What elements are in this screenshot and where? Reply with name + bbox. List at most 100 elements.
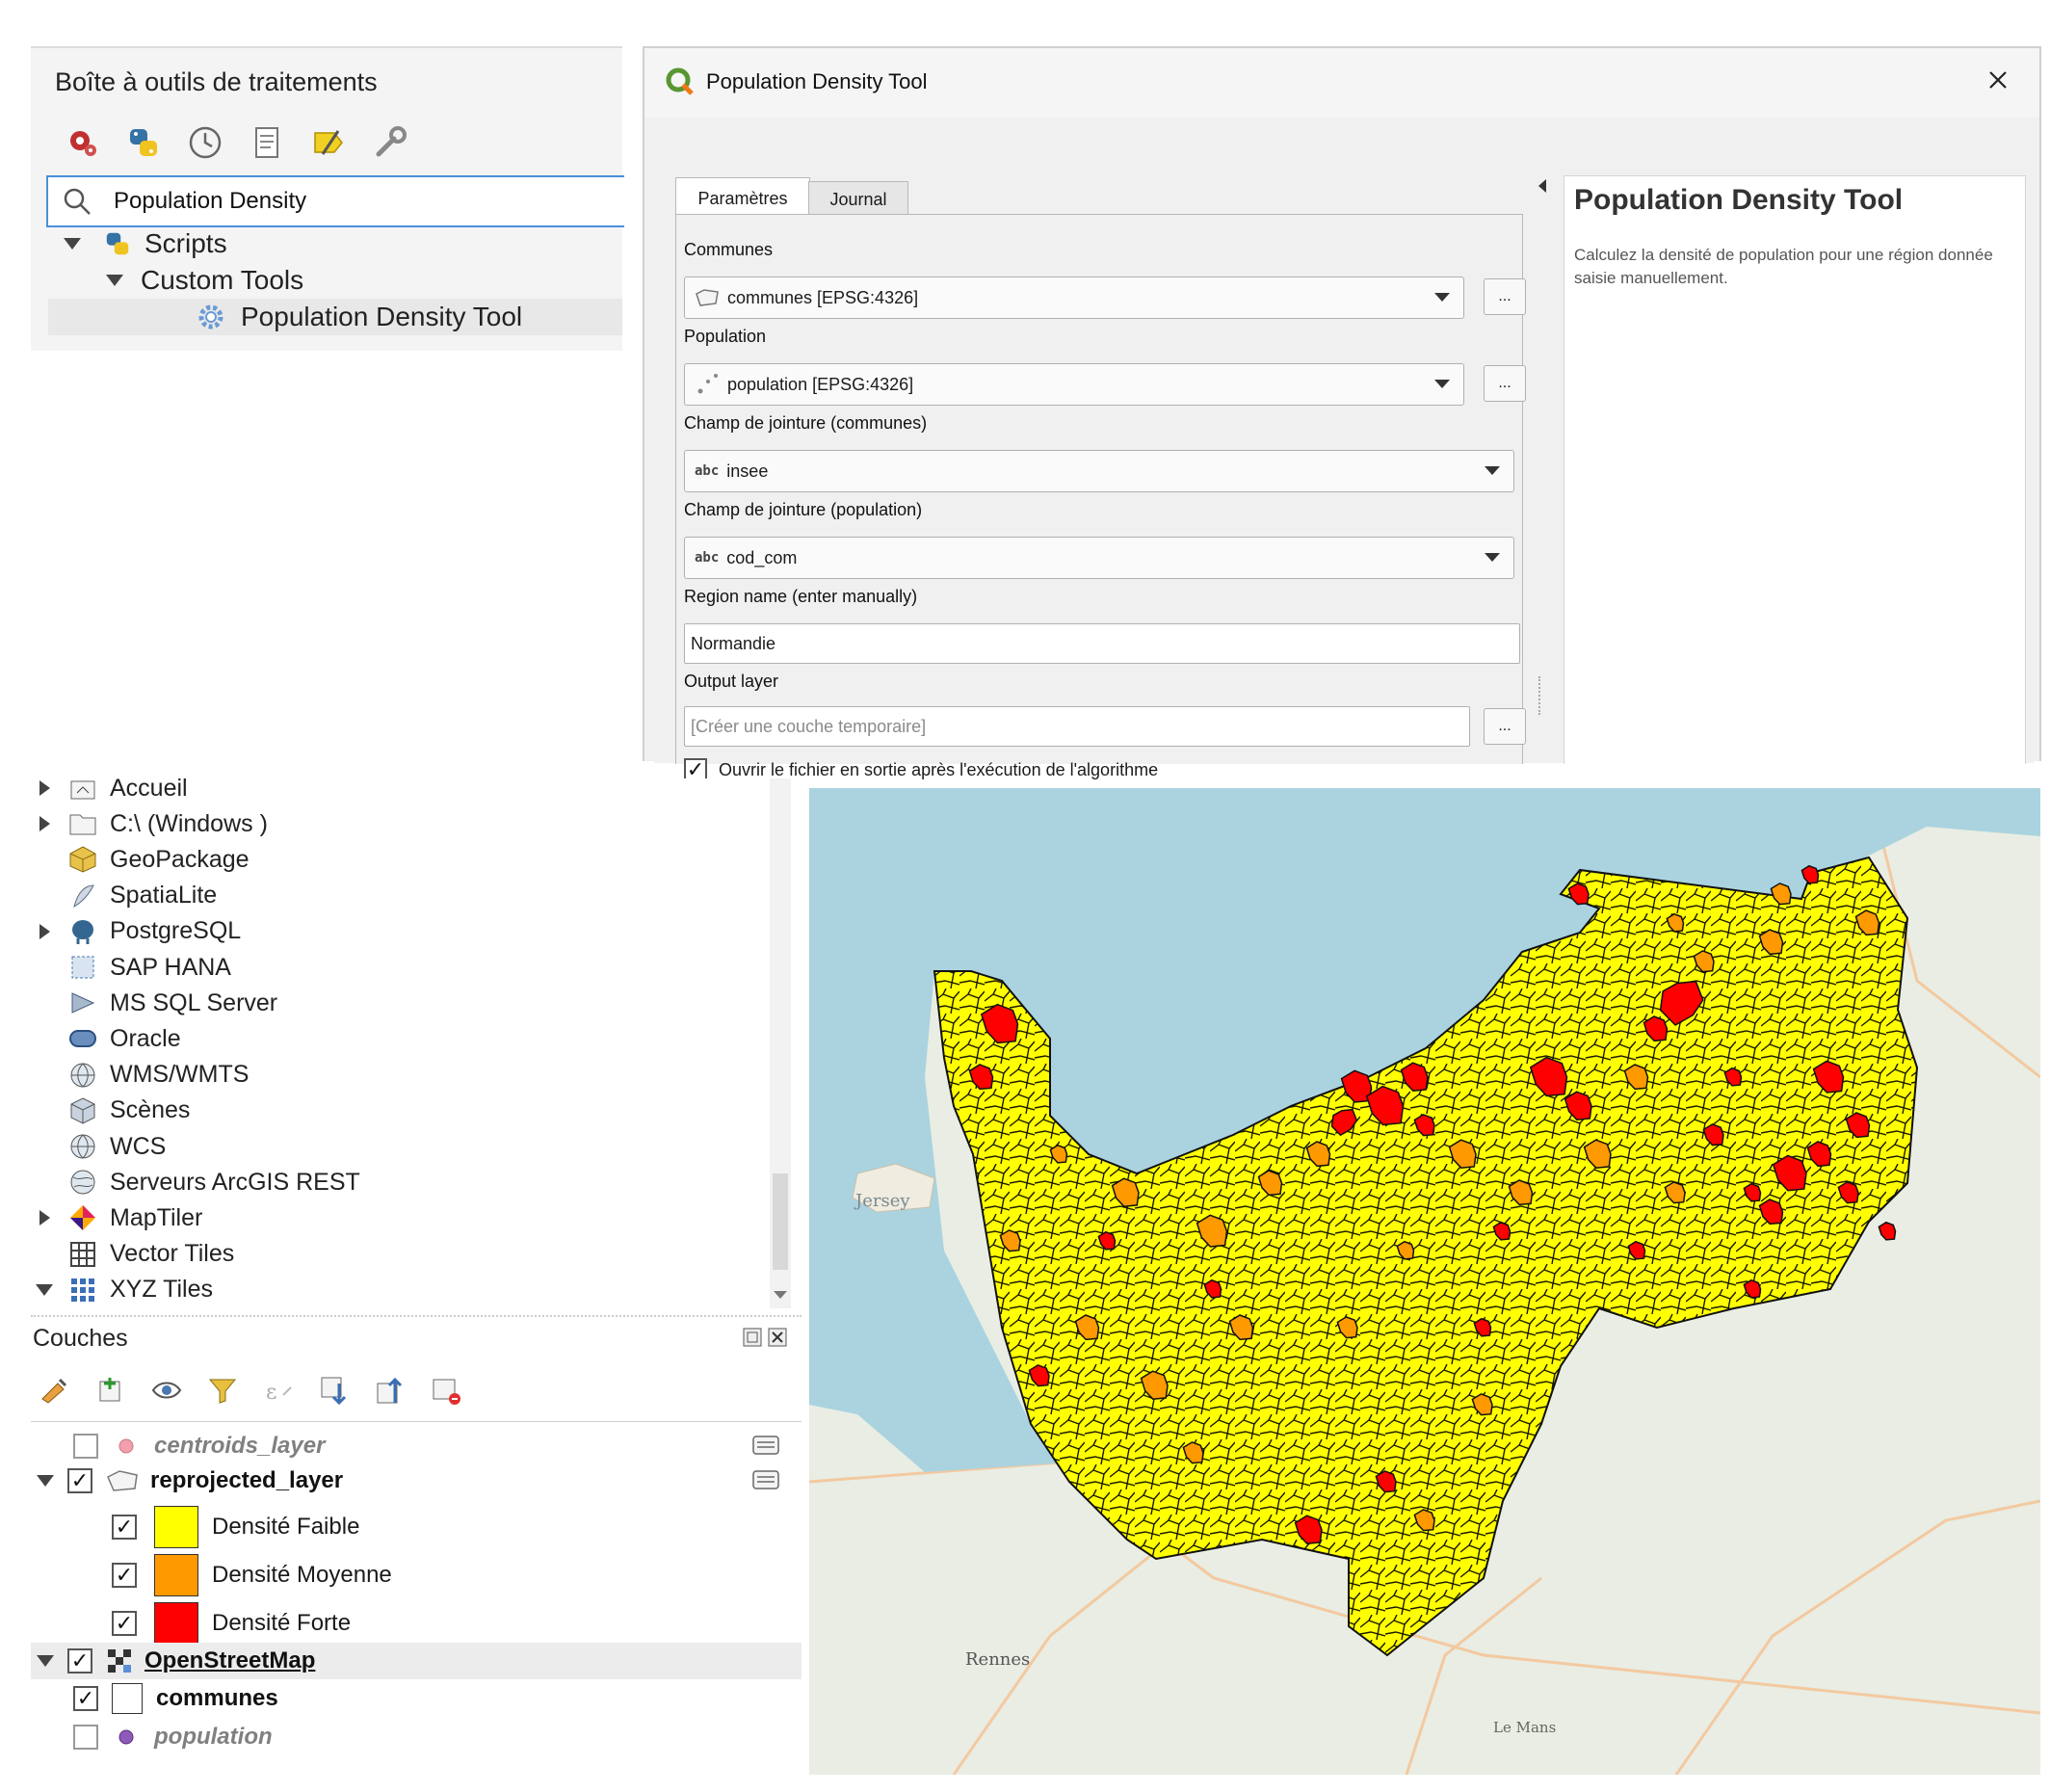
class-checkbox[interactable]: ✓ [112, 1515, 137, 1540]
expand-caret-icon[interactable] [64, 238, 81, 250]
layer-embedded-icon[interactable] [751, 1433, 780, 1458]
wcs-globe-icon [66, 1131, 100, 1162]
browser-item-ms-sql-server[interactable]: MS SQL Server [31, 986, 277, 1020]
browser-item-xyz-tiles[interactable]: XYZ Tiles [31, 1273, 213, 1307]
browser-item-sc-nes[interactable]: Scènes [31, 1094, 190, 1128]
communes-layer-combobox[interactable]: communes [EPSG:4326] [684, 277, 1464, 319]
style-icon[interactable] [39, 1374, 71, 1407]
tree-item-label: Population Density Tool [241, 302, 523, 331]
results-icon[interactable] [247, 122, 287, 163]
browser-item-spatialite[interactable]: SpatiaLite [31, 879, 217, 913]
remove-layer-icon[interactable] [430, 1374, 462, 1407]
region-name-input[interactable]: Normandie [684, 623, 1520, 664]
panel-splitter[interactable] [31, 1315, 802, 1323]
run-model-icon[interactable] [62, 122, 102, 163]
close-icon[interactable] [1982, 64, 2014, 96]
collapse-all-icon[interactable] [374, 1374, 407, 1407]
tab-parametres[interactable]: Paramètres [675, 177, 810, 219]
layer-item-reprojected[interactable]: ✓ reprojected_layer [37, 1462, 343, 1500]
map-canvas[interactable]: Jersey Rennes Le Mans [809, 788, 2040, 1775]
filter-expression-icon[interactable]: ε [262, 1374, 295, 1407]
class-checkbox[interactable]: ✓ [112, 1611, 137, 1636]
collapse-caret-icon[interactable] [37, 1655, 54, 1667]
expand-caret-icon[interactable] [31, 923, 58, 939]
browser-item-vector-tiles[interactable]: Vector Tiles [31, 1237, 234, 1272]
communes-browse-button[interactable]: ... [1484, 278, 1526, 315]
join-population-combobox[interactable]: abc cod_com [684, 537, 1514, 579]
layer-item-population[interactable]: population [73, 1718, 273, 1756]
help-text: Calculez la densité de population pour u… [1574, 246, 1993, 287]
browser-item-label: WCS [110, 1132, 167, 1160]
history-icon[interactable] [185, 122, 225, 163]
python-icon[interactable] [123, 122, 164, 163]
scrollbar-thumb[interactable] [773, 1173, 788, 1270]
collapse-caret-icon[interactable] [37, 1475, 54, 1487]
join-communes-combobox[interactable]: abc insee [684, 450, 1514, 492]
browser-item-label: GeoPackage [110, 845, 250, 873]
legend-class-forte[interactable]: ✓ Densité Forte [112, 1602, 351, 1645]
tree-item-population-density-tool[interactable]: Population Density Tool [48, 299, 622, 335]
processing-toolbox-panel: Boîte à outils de traitements Scripts Cu… [31, 46, 624, 351]
add-group-icon[interactable] [94, 1374, 127, 1407]
output-layer-input[interactable]: [Créer une couche temporaire] [684, 706, 1470, 747]
layer-embedded-icon[interactable] [751, 1467, 780, 1492]
layer-item-communes[interactable]: ✓ communes [73, 1679, 278, 1718]
browser-item-wms-wmts[interactable]: WMS/WMTS [31, 1058, 249, 1093]
chevron-down-icon [1434, 380, 1450, 388]
scroll-down-icon[interactable] [774, 1291, 787, 1299]
toolbox-search-field[interactable] [46, 175, 624, 227]
search-input[interactable] [112, 185, 597, 218]
browser-item-wcs[interactable]: WCS [31, 1129, 166, 1164]
layer-checkbox[interactable]: ✓ [73, 1686, 98, 1711]
browser-item-serveurs-arcgis-rest[interactable]: Serveurs ArcGIS REST [31, 1165, 360, 1199]
legend-class-faible[interactable]: ✓ Densité Faible [112, 1506, 359, 1548]
map-svg[interactable]: Jersey Rennes Le Mans [809, 788, 2040, 1775]
browser-item-accueil[interactable]: Accueil [31, 771, 188, 805]
layer-checkbox[interactable] [73, 1434, 98, 1459]
expand-caret-icon[interactable] [31, 780, 58, 796]
dialog-body: Paramètres Journal Communes communes [EP… [654, 118, 2034, 781]
population-browse-button[interactable]: ... [1484, 365, 1526, 402]
expand-all-icon[interactable] [318, 1374, 351, 1407]
options-icon[interactable] [370, 122, 410, 163]
tab-journal[interactable]: Journal [808, 181, 908, 217]
browser-item-postgresql[interactable]: PostgreSQL [31, 914, 241, 949]
collapse-help-icon[interactable] [1538, 179, 1546, 193]
tree-item-scripts[interactable]: Scripts [64, 225, 227, 262]
browser-item-c-windows[interactable]: C:\ (Windows ) [31, 806, 268, 841]
combobox-value: insee [726, 461, 769, 481]
browser-item-label: Vector Tiles [110, 1240, 235, 1268]
output-browse-button[interactable]: ... [1484, 708, 1526, 745]
edit-in-place-icon[interactable] [308, 122, 349, 163]
arcgis-globe-icon [66, 1167, 100, 1198]
layer-checkbox[interactable]: ✓ [67, 1648, 92, 1673]
toolbox-toolbar [62, 119, 410, 166]
layer-item-openstreetmap[interactable]: ✓ OpenStreetMap [31, 1643, 802, 1679]
browser-item-label: C:\ (Windows ) [110, 809, 268, 837]
float-panel-icon[interactable] [742, 1327, 763, 1348]
browser-item-maptiler[interactable]: MapTiler [31, 1200, 202, 1235]
browser-scrollbar[interactable] [770, 778, 791, 1308]
collapse-caret-icon[interactable] [31, 1283, 58, 1296]
place-label-rennes: Rennes [965, 1649, 1030, 1670]
expand-caret-icon[interactable] [31, 816, 58, 832]
tree-item-custom-tools[interactable]: Custom Tools [106, 262, 303, 299]
expand-caret-icon[interactable] [31, 1210, 58, 1226]
close-panel-icon[interactable] [767, 1327, 788, 1348]
layer-name: OpenStreetMap [145, 1647, 316, 1673]
splitter-handle[interactable] [1538, 676, 1544, 715]
combobox-value: population [EPSG:4326] [727, 374, 914, 394]
browser-item-sap-hana[interactable]: SAP HANA [31, 950, 231, 985]
class-checkbox[interactable]: ✓ [112, 1563, 137, 1588]
population-layer-combobox[interactable]: population [EPSG:4326] [684, 363, 1464, 406]
layer-item-centroids[interactable]: centroids_layer [73, 1427, 325, 1465]
browser-item-oracle[interactable]: Oracle [31, 1021, 181, 1056]
browser-item-label: SpatiaLite [110, 882, 218, 909]
expand-caret-icon[interactable] [106, 275, 123, 286]
layer-checkbox[interactable] [73, 1725, 98, 1750]
filter-legend-icon[interactable] [206, 1374, 239, 1407]
legend-class-moyenne[interactable]: ✓ Densité Moyenne [112, 1554, 392, 1596]
visibility-icon[interactable] [150, 1374, 183, 1407]
browser-item-geopackage[interactable]: GeoPackage [31, 842, 250, 877]
layer-checkbox[interactable]: ✓ [67, 1468, 92, 1493]
